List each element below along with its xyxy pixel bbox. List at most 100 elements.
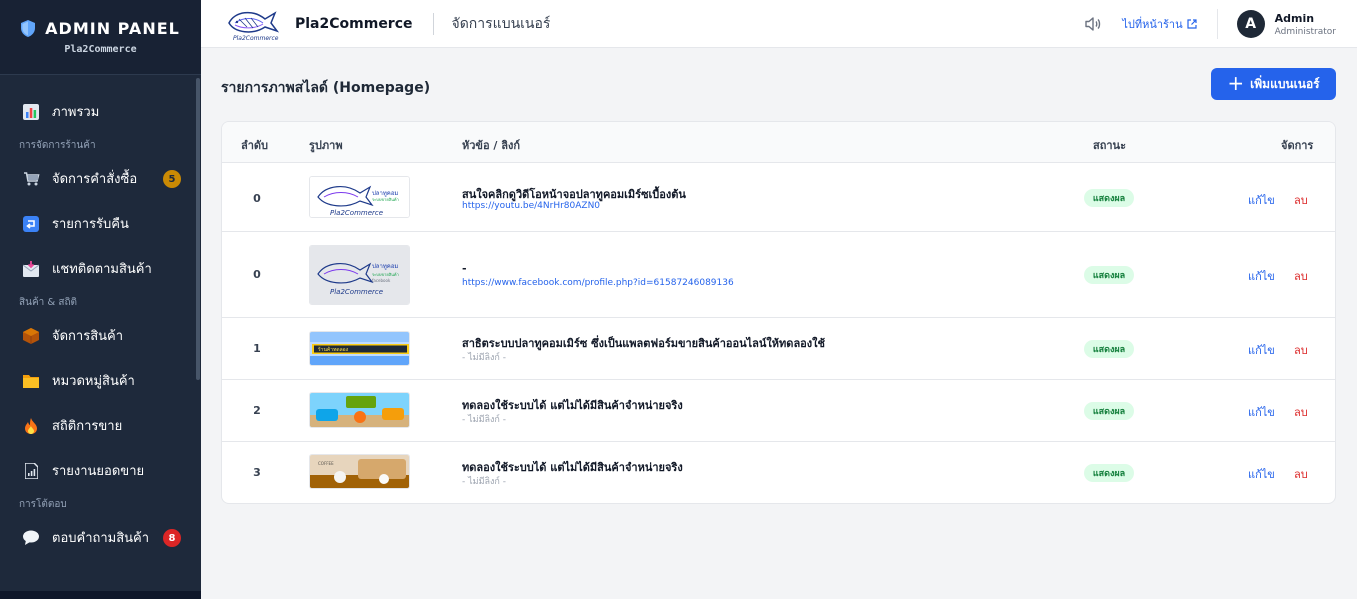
app-name: Pla2Commerce (295, 15, 413, 32)
status-badge: แสดงผล (1084, 189, 1134, 207)
column-header-status: สถานะ (1093, 139, 1126, 152)
row-order: 3 (253, 466, 261, 479)
sidebar-title: ADMIN PANEL (45, 19, 180, 38)
sidebar-item-categories[interactable]: หมวดหมู่สินค้า (0, 358, 201, 403)
delete-button[interactable]: ลบ (1294, 403, 1308, 421)
table-row: 0 ปลาทูคอม ระบบขายสินค้า Pla2Commerce สนใจ… (222, 163, 1335, 232)
orders-count-badge: 5 (163, 170, 181, 188)
speaker-icon[interactable] (1084, 15, 1102, 33)
svg-text:facebook: facebook (372, 278, 391, 283)
column-header-image: รูปภาพ (309, 139, 343, 152)
sidebar-scrollbar[interactable] (196, 78, 200, 380)
go-to-store-label: ไปที่หน้าร้าน (1122, 18, 1183, 31)
sidebar-item-overview[interactable]: ภาพรวม (0, 89, 201, 134)
banner-thumbnail[interactable]: COFFEE (309, 454, 410, 489)
sidebar-item-label: หมวดหมู่สินค้า (52, 374, 135, 389)
sidebar-item-label: ภาพรวม (52, 105, 100, 120)
go-to-store-link[interactable]: ไปที่หน้าร้าน (1122, 15, 1197, 33)
edit-button[interactable]: แก้ไข (1248, 465, 1275, 483)
nav-section-products: สินค้า & สถิติ (19, 296, 78, 308)
status-badge: แสดงผล (1084, 340, 1134, 358)
delete-button[interactable]: ลบ (1294, 191, 1308, 209)
delete-button[interactable]: ลบ (1294, 341, 1308, 359)
row-order: 0 (253, 192, 261, 205)
fire-icon (22, 417, 40, 435)
svg-text:COFFEE: COFFEE (318, 461, 334, 466)
answers-count-badge: 8 (163, 529, 181, 547)
sidebar-item-label: ตอบคำถามสินค้า (52, 531, 150, 546)
svg-text:ระบบขายสินค้า: ระบบขายสินค้า (372, 197, 399, 202)
sidebar-subtitle: Pla2Commerce (64, 44, 137, 55)
svg-text:ระบบขายสินค้า: ระบบขายสินค้า (372, 272, 399, 277)
user-info[interactable]: Admin Administrator (1275, 12, 1336, 37)
sidebar-item-answers[interactable]: ตอบคำถามสินค้า 8 (0, 515, 201, 560)
brand-logo[interactable]: Pla2Commerce (223, 7, 280, 42)
add-banner-label: เพิ่มแบนเนอร์ (1250, 76, 1320, 91)
column-header-actions: จัดการ (1281, 139, 1314, 152)
nav-section-store: การจัดการร้านค้า (19, 139, 96, 151)
edit-button[interactable]: แก้ไข (1248, 191, 1275, 209)
sidebar-item-label: รายการรับคืน (52, 217, 129, 232)
banner-link[interactable]: https://youtu.be/4NrHr80AZN0 (462, 201, 600, 211)
sidebar-item-sales-report[interactable]: รายงานยอดขาย (0, 448, 201, 493)
sidebar-item-returns[interactable]: รายการรับคืน (0, 201, 201, 246)
bar-chart-icon (22, 103, 40, 121)
inbox-icon (22, 260, 40, 278)
banner-thumbnail[interactable]: ร้านค้าทดลอง (309, 331, 410, 366)
folder-icon (22, 372, 40, 390)
banner-link-empty: - ไม่มีลิงก์ - (462, 477, 506, 487)
header-divider (432, 12, 434, 35)
svg-text:ปลาทูคอม: ปลาทูคอม (372, 263, 398, 270)
edit-button[interactable]: แก้ไข (1248, 267, 1275, 285)
delete-button[interactable]: ลบ (1294, 267, 1308, 285)
banner-link-empty: - ไม่มีลิงก์ - (462, 353, 506, 363)
row-order: 2 (253, 404, 261, 417)
avatar[interactable]: A (1236, 10, 1265, 38)
banner-thumbnail[interactable]: ปลาทูคอม ระบบขายสินค้า Pla2Commerce (309, 176, 410, 218)
svg-text:ร้านค้าทดลอง: ร้านค้าทดลอง (318, 346, 349, 353)
banner-thumbnail[interactable]: ปลาทูคอมระบบขายสินค้า facebook Pla2Commerc… (309, 245, 410, 305)
header-right: ไปที่หน้าร้าน A Admin Administrator (1084, 0, 1357, 48)
banner-title: สาธิตระบบปลาทูคอมเมิร์ซ ซึ่งเป็นแพลตฟอร์… (462, 337, 825, 350)
sidebar-item-chat[interactable]: แชทติดตามสินค้า (0, 246, 201, 291)
edit-button[interactable]: แก้ไข (1248, 403, 1275, 421)
header-divider (1216, 9, 1218, 39)
status-badge: แสดงผล (1084, 266, 1134, 284)
return-arrow-icon (22, 215, 40, 233)
page-name: จัดการแบนเนอร์ (451, 15, 551, 32)
sidebar-footer (0, 591, 201, 599)
sidebar: ADMIN PANEL Pla2Commerce ภาพรวม การจัดกา… (0, 0, 201, 599)
table-row: 0 ปลาทูคอมระบบขายสินค้า facebook Pla2Comme… (222, 232, 1335, 318)
shield-icon (21, 20, 36, 37)
package-icon (22, 327, 40, 345)
cart-icon (22, 170, 40, 188)
sidebar-item-label: จัดการคำสั่งซื้อ (52, 172, 138, 187)
sidebar-item-label: แชทติดตามสินค้า (52, 262, 152, 277)
sidebar-item-sales-stats[interactable]: สถิติการขาย (0, 403, 201, 448)
svg-text:Pla2Commerce: Pla2Commerce (330, 288, 383, 296)
column-header-title-link: หัวข้อ / ลิงก์ (462, 139, 521, 152)
banner-thumbnail[interactable] (309, 392, 410, 428)
table-row: 2 ทดลองใช้ระบบได้ แต่ไม่ได้มีสินค้าจำหน่… (222, 380, 1335, 442)
edit-button[interactable]: แก้ไข (1248, 341, 1275, 359)
top-header: Pla2Commerce Pla2Commerce จัดการแบนเนอร์… (201, 0, 1357, 48)
svg-text:ปลาทูคอม: ปลาทูคอม (372, 190, 398, 197)
status-badge: แสดงผล (1084, 402, 1134, 420)
sidebar-item-label: สถิติการขาย (52, 419, 123, 434)
row-order: 0 (253, 268, 261, 281)
svg-text:Pla2Commerce: Pla2Commerce (330, 209, 383, 217)
sidebar-item-products[interactable]: จัดการสินค้า (0, 313, 201, 358)
column-header-order: ลำดับ (241, 139, 269, 152)
report-icon (22, 462, 40, 480)
table-row: 1 ร้านค้าทดลอง สาธิตระบบปลาทูคอมเมิร์ซ ซ… (222, 318, 1335, 380)
sidebar-item-orders[interactable]: จัดการคำสั่งซื้อ 5 (0, 156, 201, 201)
delete-button[interactable]: ลบ (1294, 465, 1308, 483)
user-role: Administrator (1274, 26, 1336, 37)
add-banner-button[interactable]: + เพิ่มแบนเนอร์ (1211, 68, 1336, 100)
external-link-icon (1187, 19, 1197, 29)
banner-link[interactable]: https://www.facebook.com/profile.php?id=… (462, 278, 734, 288)
page-title: รายการภาพสไลด์ (Homepage) (221, 80, 431, 96)
table-header: ลำดับ รูปภาพ หัวข้อ / ลิงก์ สถานะ จัดการ (222, 122, 1335, 163)
banner-link-empty: - ไม่มีลิงก์ - (462, 415, 506, 425)
sidebar-nav: ภาพรวม การจัดการร้านค้า จัดการคำสั่งซื้อ… (0, 75, 201, 560)
